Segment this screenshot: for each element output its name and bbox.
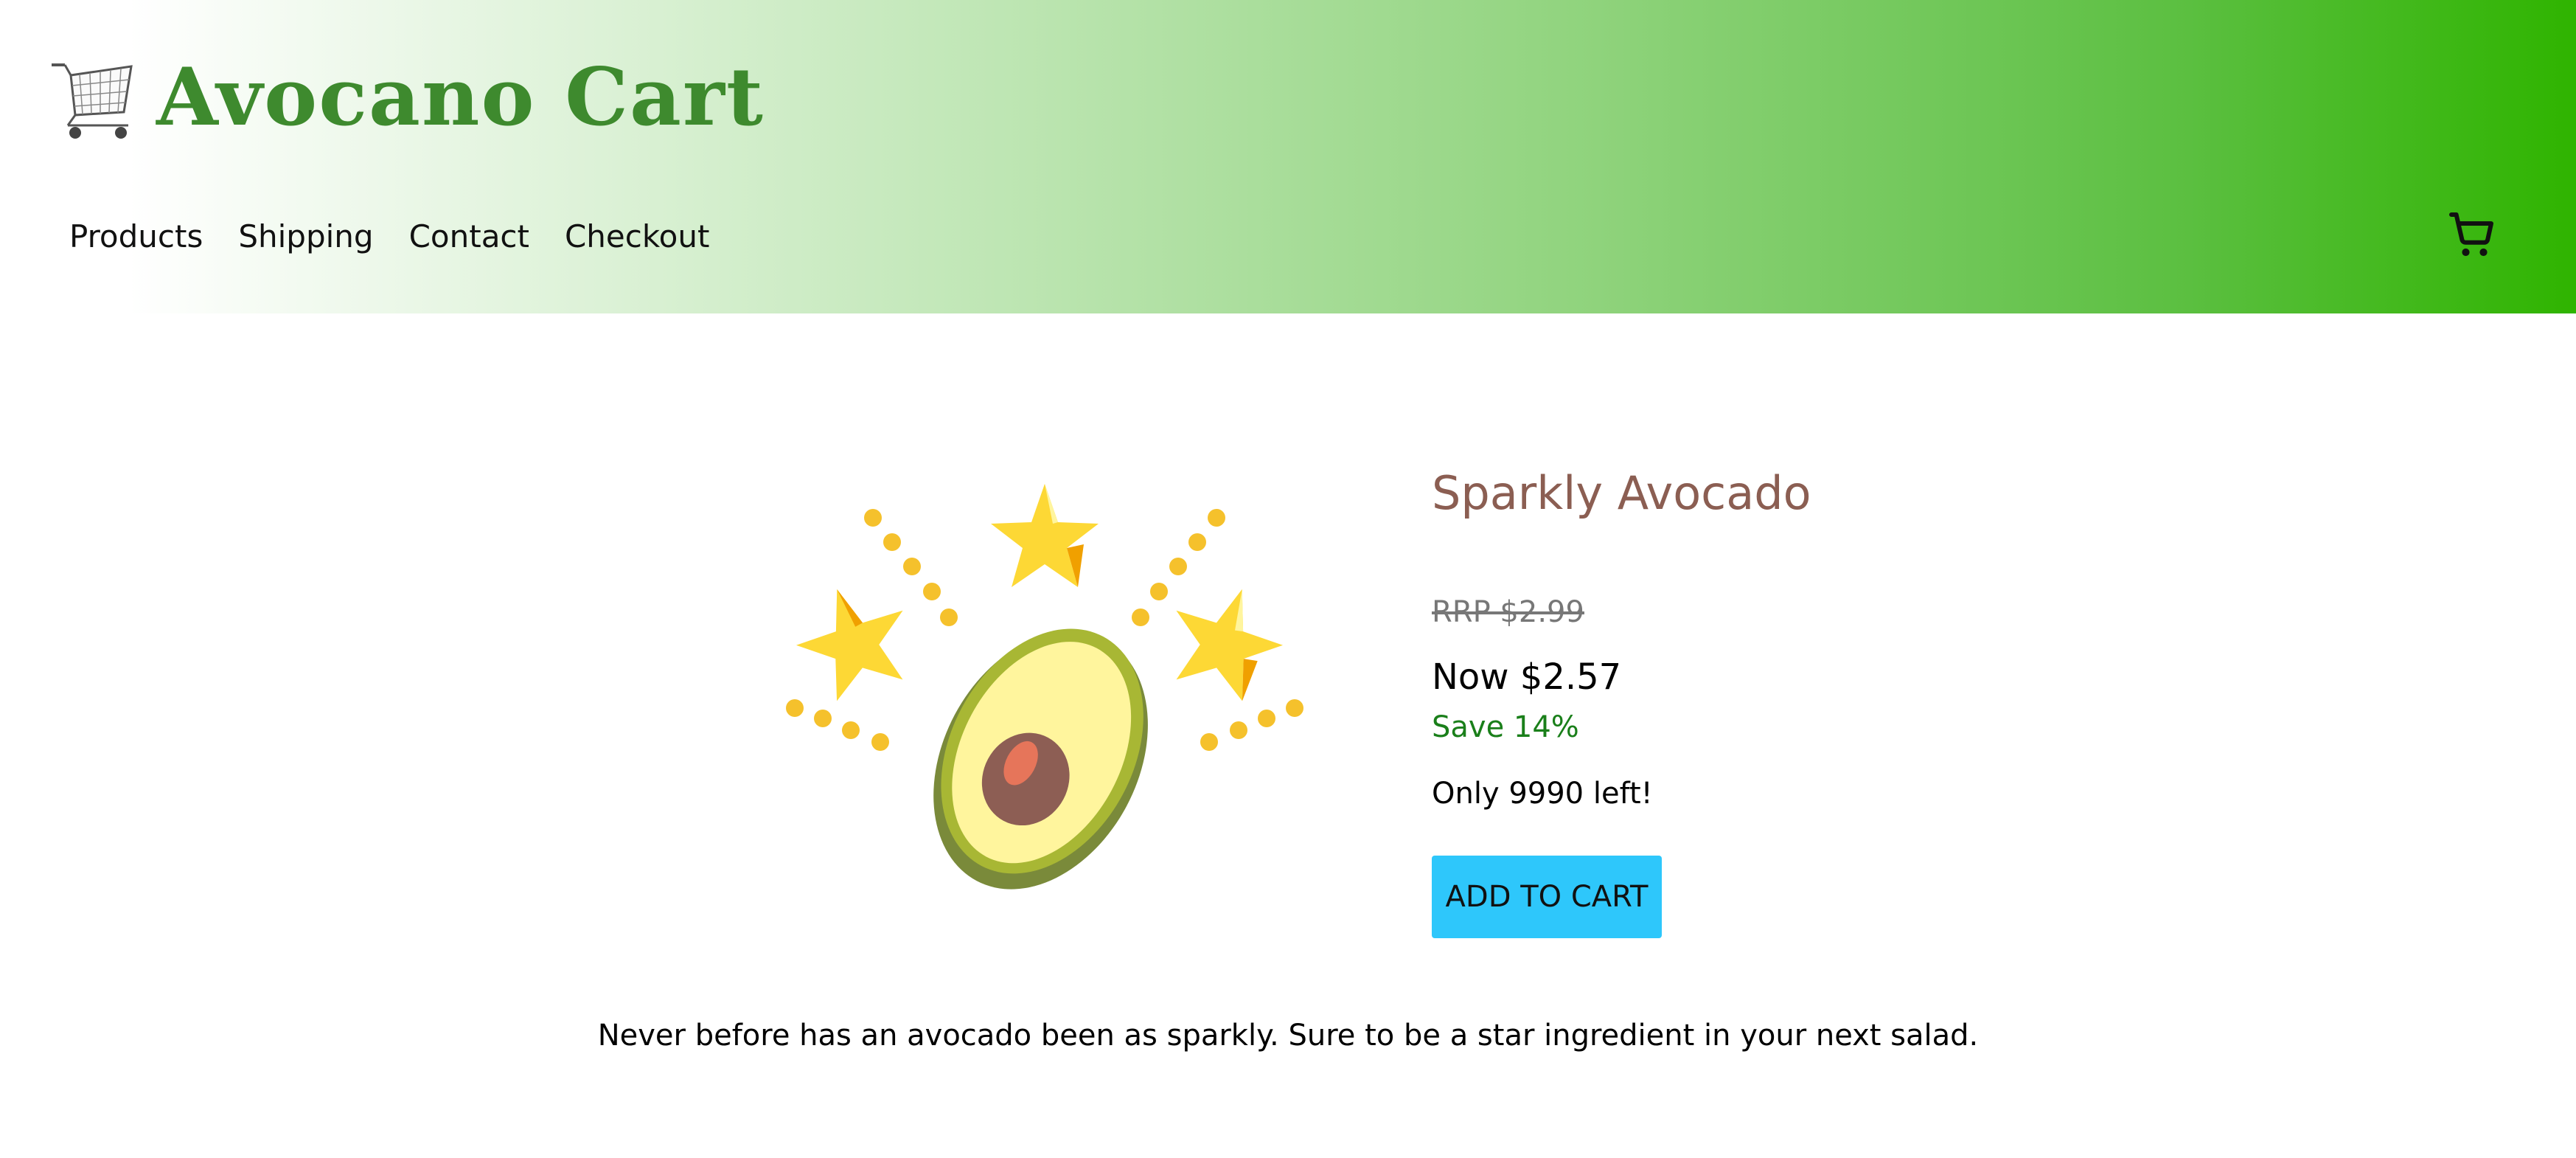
rrp-price: RRP $2.99 [1432, 595, 1584, 629]
sparkly-avocado-icon [786, 484, 1303, 890]
stock-label: Only 9990 left! [1432, 777, 1653, 811]
product-description: Never before has an avocado been as spar… [597, 1019, 1979, 1053]
nav-checkout[interactable]: Checkout [565, 221, 710, 252]
shopping-cart-logo-icon [52, 63, 133, 139]
add-to-cart-button[interactable]: ADD TO CART [1432, 856, 1662, 938]
current-price: Now $2.57 [1432, 656, 1622, 698]
brand-name: Avocano Cart [156, 51, 765, 144]
product-title: Sparkly Avocado [1432, 466, 1811, 520]
nav-contact[interactable]: Contact [409, 221, 529, 252]
nav-shipping[interactable]: Shipping [238, 221, 373, 252]
brand-logo[interactable]: Avocano Cart [50, 53, 765, 142]
main-nav: Products Shipping Contact Checkout [69, 221, 745, 252]
savings-label: Save 14% [1432, 710, 1579, 744]
cart-icon[interactable] [2445, 208, 2498, 261]
nav-products[interactable]: Products [69, 221, 203, 252]
site-header: Avocano Cart Products Shipping Contact C… [0, 0, 2576, 313]
